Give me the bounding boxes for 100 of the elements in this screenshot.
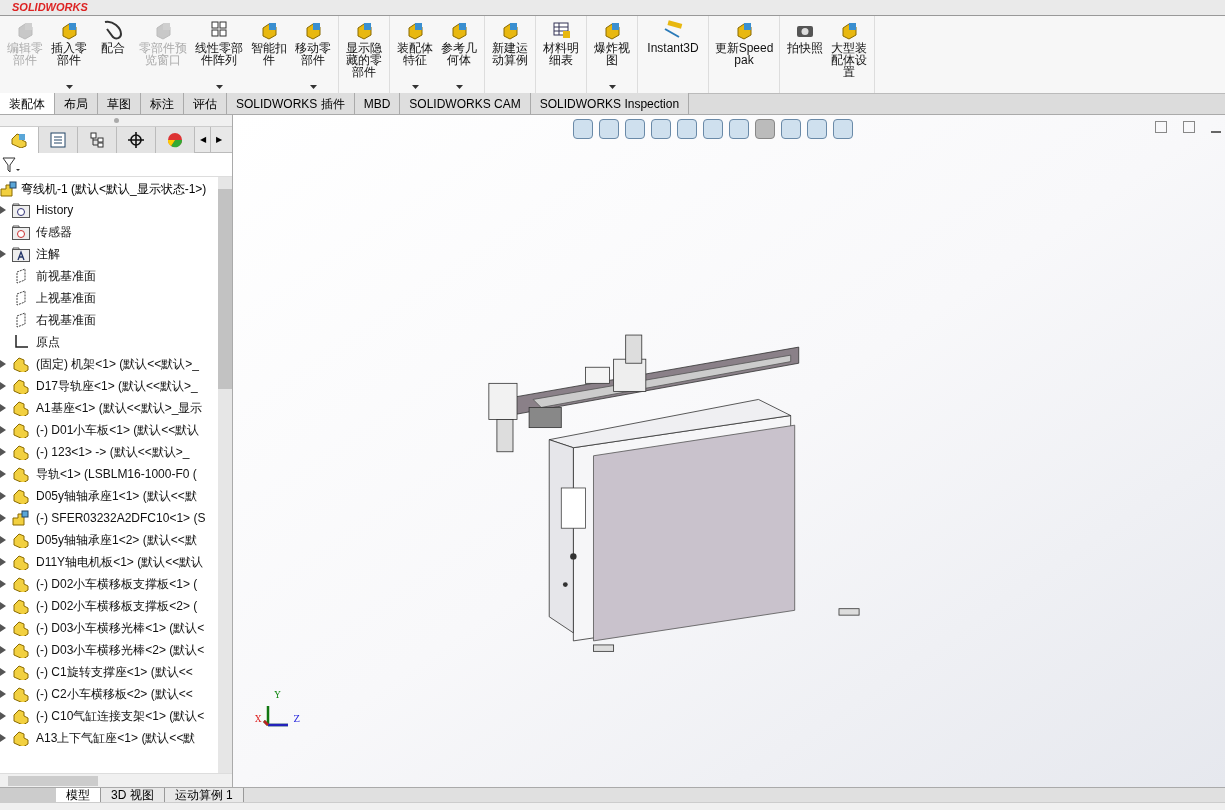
caret-icon (455, 85, 463, 89)
expand-arrow-icon[interactable] (0, 360, 6, 368)
ribbon-button[interactable]: 更新Speedpak (713, 19, 775, 91)
ribbon-tab[interactable]: 评估 (184, 93, 227, 114)
ribbon-button[interactable]: 材料明细表 (540, 19, 582, 91)
tree-item[interactable]: A13上下气缸座<1> (默认<<默 (36, 729, 196, 747)
tree-item[interactable]: (-) D02小车横移板支撑板<1> ( (36, 575, 198, 593)
tree-item[interactable]: (-) C2小车横移板<2> (默认<< (36, 685, 193, 703)
window-right-icon[interactable] (1183, 121, 1195, 133)
tree-item[interactable]: (-) D01小车板<1> (默认<<默认 (36, 421, 200, 439)
ribbon-button[interactable]: 移动零部件 (292, 19, 334, 91)
part-icon (12, 400, 30, 416)
axis-y-label: Y (274, 689, 281, 702)
sheet-tab[interactable]: 模型 (56, 788, 101, 802)
tree-item[interactable]: A1基座<1> (默认<<默认>_显示 (36, 399, 203, 417)
expand-arrow-icon[interactable] (0, 668, 6, 676)
expand-arrow-icon[interactable] (0, 712, 6, 720)
tree-item[interactable]: (-) D03小车横移光棒<2> (默认< (36, 641, 205, 659)
tree-item[interactable]: 注解 (36, 245, 60, 263)
filter-icon[interactable] (2, 156, 20, 173)
scroll-right-button[interactable]: ▶ (211, 127, 227, 152)
expand-arrow-icon[interactable] (0, 250, 6, 258)
expand-arrow-icon[interactable] (0, 448, 6, 456)
ribbon-button[interactable]: 爆炸视图 (591, 19, 633, 91)
tree-item[interactable]: (-) D03小车横移光棒<1> (默认< (36, 619, 205, 637)
window-left-icon[interactable] (1155, 121, 1167, 133)
horizontal-scrollbar[interactable] (0, 773, 232, 787)
expand-arrow-icon[interactable] (0, 382, 6, 390)
ribbon-tab[interactable]: SOLIDWORKS CAM (400, 93, 531, 114)
ribbon-button[interactable]: 智能扣件 (248, 19, 290, 91)
expand-arrow-icon[interactable] (0, 580, 6, 588)
part-icon (11, 132, 27, 148)
tree-item[interactable]: 右视基准面 (36, 311, 96, 329)
ribbon-button[interactable]: 新建运动算例 (489, 19, 531, 91)
grip-icon[interactable] (113, 118, 119, 123)
tree-item[interactable]: D17导轨座<1> (默认<<默认>_ (36, 377, 198, 395)
tree-item[interactable]: 前视基准面 (36, 267, 96, 285)
expand-arrow-icon[interactable] (0, 646, 6, 654)
expand-arrow-icon[interactable] (0, 404, 6, 412)
expand-arrow-icon[interactable] (0, 690, 6, 698)
tree-root[interactable]: 弯线机-1 (默认<默认_显示状态-1>) (21, 180, 207, 198)
tree-item[interactable]: (-) 123<1> -> (默认<<默认>_ (36, 443, 190, 461)
panel-tab[interactable] (117, 127, 156, 153)
ribbon-button[interactable]: 显示隐藏的零部件 (343, 19, 385, 91)
folder-icon (12, 202, 30, 218)
vertical-scrollbar[interactable] (218, 177, 232, 773)
tree-item[interactable]: (-) SFER03232A2DFC10<1> (S (36, 509, 206, 527)
expand-arrow-icon[interactable] (0, 602, 6, 610)
expand-arrow-icon[interactable] (0, 558, 6, 566)
tree-item[interactable]: (-) C1旋转支撑座<1> (默认<< (36, 663, 193, 681)
tree-item[interactable]: 传感器 (36, 223, 72, 241)
ribbon-tab[interactable]: 草图 (98, 93, 141, 114)
ribbon-tab[interactable]: MBD (354, 93, 401, 114)
part-icon (12, 620, 30, 636)
tree-item[interactable]: 原点 (36, 333, 60, 351)
tree-item[interactable]: D05y轴轴承座1<1> (默认<<默 (36, 487, 197, 505)
ribbon-tab[interactable]: 标注 (141, 93, 184, 114)
ribbon-button[interactable]: 配合 (92, 19, 134, 91)
tree-item[interactable]: D11Y轴电机板<1> (默认<<默认 (36, 553, 204, 571)
config-tree-icon (90, 132, 104, 148)
folder-icon (12, 224, 30, 240)
expand-arrow-icon[interactable] (0, 734, 6, 742)
expand-arrow-icon[interactable] (0, 426, 6, 434)
tree-item[interactable]: 导轨<1> (LSBLM16-1000-F0 ( (36, 465, 197, 483)
ribbon-button[interactable]: 拍快照 (784, 19, 826, 91)
part-icon (12, 356, 30, 372)
ribbon-button[interactable]: 参考几何体 (438, 19, 480, 91)
list-icon (50, 132, 66, 148)
expand-arrow-icon[interactable] (0, 492, 6, 500)
ribbon-tab[interactable]: SOLIDWORKS 插件 (227, 93, 355, 114)
expand-arrow-icon[interactable] (0, 514, 6, 522)
ribbon-button[interactable]: 装配体特征 (394, 19, 436, 91)
sheet-tab[interactable]: 3D 视图 (101, 788, 165, 802)
ribbon-tab[interactable]: 布局 (55, 93, 98, 114)
ribbon-tab[interactable]: 装配体 (0, 93, 55, 114)
ribbon-button[interactable]: Instant3D (642, 19, 704, 91)
origin-icon (13, 334, 29, 350)
caret-icon (215, 85, 223, 89)
sheet-tab[interactable]: 运动算例 1 (164, 788, 244, 802)
ribbon-tab[interactable]: SOLIDWORKS Inspection (530, 93, 690, 114)
ribbon-button[interactable]: 插入零部件 (48, 19, 90, 91)
tool-icon (550, 19, 572, 41)
tree-item[interactable]: History (36, 201, 74, 219)
tree-item[interactable]: (-) C10气缸连接支架<1> (默认< (36, 707, 205, 725)
tree-item[interactable]: (-) D02小车横移板支撑板<2> ( (36, 597, 198, 615)
scroll-left-button[interactable]: ◀ (195, 127, 211, 152)
expand-arrow-icon[interactable] (0, 536, 6, 544)
tree-item[interactable]: D05y轴轴承座1<2> (默认<<默 (36, 531, 197, 549)
ribbon-button[interactable]: 线性零部件阵列 (192, 19, 246, 91)
expand-arrow-icon[interactable] (0, 206, 6, 214)
expand-arrow-icon[interactable] (0, 470, 6, 478)
axis-x-label: X (255, 713, 262, 726)
part-icon (12, 686, 30, 702)
ribbon-button[interactable]: 大型装配体设置 (828, 19, 870, 91)
caret-icon (309, 85, 317, 89)
expand-arrow-icon[interactable] (0, 624, 6, 632)
caret-icon (411, 85, 419, 89)
tree-item[interactable]: (固定) 机架<1> (默认<<默认>_ (36, 355, 200, 373)
tool-icon (102, 19, 124, 41)
tree-item[interactable]: 上视基准面 (36, 289, 96, 307)
